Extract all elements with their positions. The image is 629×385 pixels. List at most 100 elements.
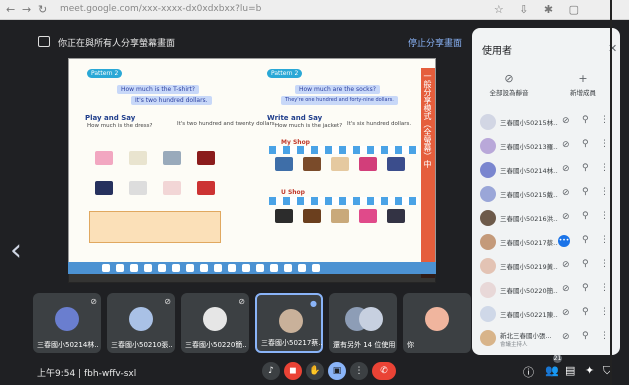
pattern-label-left: Pattern 2 <box>87 69 123 78</box>
pin-icon[interactable]: ⚲ <box>582 235 589 245</box>
raise-hand-button[interactable]: ✋ <box>306 362 324 380</box>
pin-icon[interactable]: ⚲ <box>582 139 589 149</box>
reload-icon[interactable]: ↻ <box>38 3 47 16</box>
separator: | <box>78 369 82 379</box>
more-vert-icon[interactable]: ⋮ <box>600 211 609 221</box>
chat-icon[interactable]: ▤ <box>565 364 575 377</box>
pin-icon[interactable]: ⚲ <box>582 331 589 341</box>
taskbar-app-icon <box>270 264 278 272</box>
socks-picture <box>163 151 181 165</box>
avatar <box>480 306 496 322</box>
more-vert-icon[interactable]: ⋮ <box>600 187 609 197</box>
clock-time: 上午9:54 <box>37 369 76 379</box>
participant-tile[interactable]: ⊘ 三春國小50214林... <box>33 293 101 353</box>
address-bar[interactable]: meet.google.com/xxx-xxxx-dx0xdxbxx?lu=b <box>60 4 261 14</box>
price-table <box>89 211 221 243</box>
avatar <box>129 307 153 331</box>
people-icon[interactable]: 👥 <box>545 364 559 377</box>
mic-off-icon: ⊘ <box>164 297 171 306</box>
ushop-pants-picture <box>331 209 349 223</box>
pin-icon[interactable]: ⚲ <box>582 115 589 125</box>
more-vert-icon[interactable]: ⋮ <box>600 163 609 173</box>
presenting-message: 你正在與所有人分享螢幕畫面 <box>58 39 176 49</box>
participant-tile[interactable]: ⊘ 三春國小50210張... <box>107 293 175 353</box>
pin-icon[interactable]: ⚲ <box>582 163 589 173</box>
more-vert-icon[interactable]: ⋮ <box>600 259 609 269</box>
participant-tile-speaking[interactable]: ● 三春國小50217蔡... <box>255 293 323 353</box>
participant-name: 三春國小50213羅... <box>500 143 558 151</box>
shared-status-strip <box>68 274 436 283</box>
pin-icon[interactable]: ⚲ <box>582 259 589 269</box>
participant-name: 三春國小50221陳... <box>500 311 558 319</box>
camera-off-button[interactable]: ◼ <box>284 362 302 380</box>
participant-count-badge: 21 <box>553 354 562 363</box>
pin-icon[interactable]: ⚲ <box>582 283 589 293</box>
participant-name: 三春國小50214林... <box>37 341 99 349</box>
activities-icon[interactable]: ✦ <box>585 364 594 377</box>
u-shop-awning <box>269 197 419 205</box>
participant-row[interactable]: 三春國小50220簡... ⊘ ⚲ ⋮ <box>472 278 620 302</box>
participant-row[interactable]: 三春國小50213羅... ⊘ ⚲ ⋮ <box>472 134 620 158</box>
participant-row-speaking[interactable]: 三春國小50217蔡... ••• ⚲ ⋮ <box>472 230 620 254</box>
more-vert-icon[interactable]: ⋮ <box>600 331 609 341</box>
more-vert-icon[interactable]: ⋮ <box>600 115 609 125</box>
avatar <box>279 309 303 333</box>
participant-row[interactable]: 三春國小50219黃... ⊘ ⚲ ⋮ <box>472 254 620 278</box>
participant-name: 三春國小50217蔡... <box>261 339 323 347</box>
forward-arrow-icon[interactable]: → <box>22 3 31 16</box>
present-screen-icon <box>38 36 50 47</box>
more-vert-icon[interactable]: ⋮ <box>600 139 609 149</box>
avatar <box>480 138 496 154</box>
participant-row[interactable]: 三春國小50215戴... ⊘ ⚲ ⋮ <box>472 182 620 206</box>
write-and-say-heading: Write and Say <box>267 114 323 122</box>
self-label: 你 <box>407 341 414 349</box>
meeting-code: fbh-wffv-sxl <box>84 369 137 379</box>
pin-icon[interactable]: ⚲ <box>582 211 589 221</box>
self-tile[interactable]: 你 <box>403 293 471 353</box>
presenting-side-strip: 一般分享模式（全螢幕）中 <box>421 68 435 278</box>
microphone-button[interactable]: ♪ <box>262 362 280 380</box>
avatar <box>480 114 496 130</box>
more-vert-icon[interactable]: ⋮ <box>600 235 609 245</box>
panel-actions: ⊘ 全部設為靜音 + 新增成員 <box>472 72 620 100</box>
taskbar-app-icon <box>284 264 292 272</box>
info-icon[interactable]: ⓘ <box>523 364 534 380</box>
ushop-shirt-picture <box>359 209 377 223</box>
more-vert-icon[interactable]: ⋮ <box>600 283 609 293</box>
present-now-button[interactable]: ▣ <box>328 362 346 380</box>
back-arrow-icon[interactable]: ← <box>6 3 15 16</box>
extension-icons[interactable]: ☆ ⇩ ✱ ▢ <box>494 3 585 16</box>
participant-row[interactable]: 三春國小50221陳... ⊘ ⚲ ⋮ <box>472 302 620 326</box>
more-options-button[interactable]: ⋮ <box>350 362 368 380</box>
more-participants-tile[interactable]: 還有另外 14 位使用者 <box>329 293 397 353</box>
participant-name: 三春國小50220簡... <box>185 341 247 349</box>
avatar <box>480 330 496 346</box>
participant-name: 三春國小50219黃... <box>500 263 558 271</box>
taskbar-app-icon <box>158 264 166 272</box>
pin-icon[interactable]: ⚲ <box>582 187 589 197</box>
taskbar-app-icon <box>102 264 110 272</box>
previous-arrow-icon[interactable]: ‹ <box>10 236 22 266</box>
add-people-button[interactable]: + 新增成員 <box>546 72 620 100</box>
participant-row-host[interactable]: 新北三春國小張... 會議主持人 ⊘ ⚲ ⋮ <box>472 326 620 350</box>
participant-row[interactable]: 三春國小50215林... ⊘ ⚲ ⋮ <box>472 110 620 134</box>
more-participants-label: 還有另外 14 位使用者 <box>333 341 395 349</box>
stop-presenting-button[interactable]: 停止分享畫面 <box>408 36 462 49</box>
shared-screen: Pattern 2 Pattern 2 How much is the T-sh… <box>68 58 436 283</box>
taskbar-app-icon <box>298 264 306 272</box>
taskbar-app-icon <box>228 264 236 272</box>
more-vert-icon[interactable]: ⋮ <box>600 307 609 317</box>
play-and-say-heading: Play and Say <box>85 114 136 122</box>
hat-picture <box>129 151 147 165</box>
mute-all-button[interactable]: ⊘ 全部設為靜音 <box>472 72 546 100</box>
meeting-info: 上午9:54 | fbh-wffv-sxl <box>37 366 136 379</box>
participant-tile[interactable]: ⊘ 三春國小50220簡... <box>181 293 249 353</box>
pattern-label-right: Pattern 2 <box>267 69 303 78</box>
speaking-indicator-icon: ••• <box>558 235 570 247</box>
participant-row[interactable]: 三春國小50214林... ⊘ ⚲ ⋮ <box>472 158 620 182</box>
end-call-button[interactable]: ✆ <box>372 362 396 380</box>
participant-row[interactable]: 三春國小50216洪... ⊘ ⚲ ⋮ <box>472 206 620 230</box>
avatar <box>480 186 496 202</box>
pin-icon[interactable]: ⚲ <box>582 307 589 317</box>
taskbar-app-icon <box>186 264 194 272</box>
